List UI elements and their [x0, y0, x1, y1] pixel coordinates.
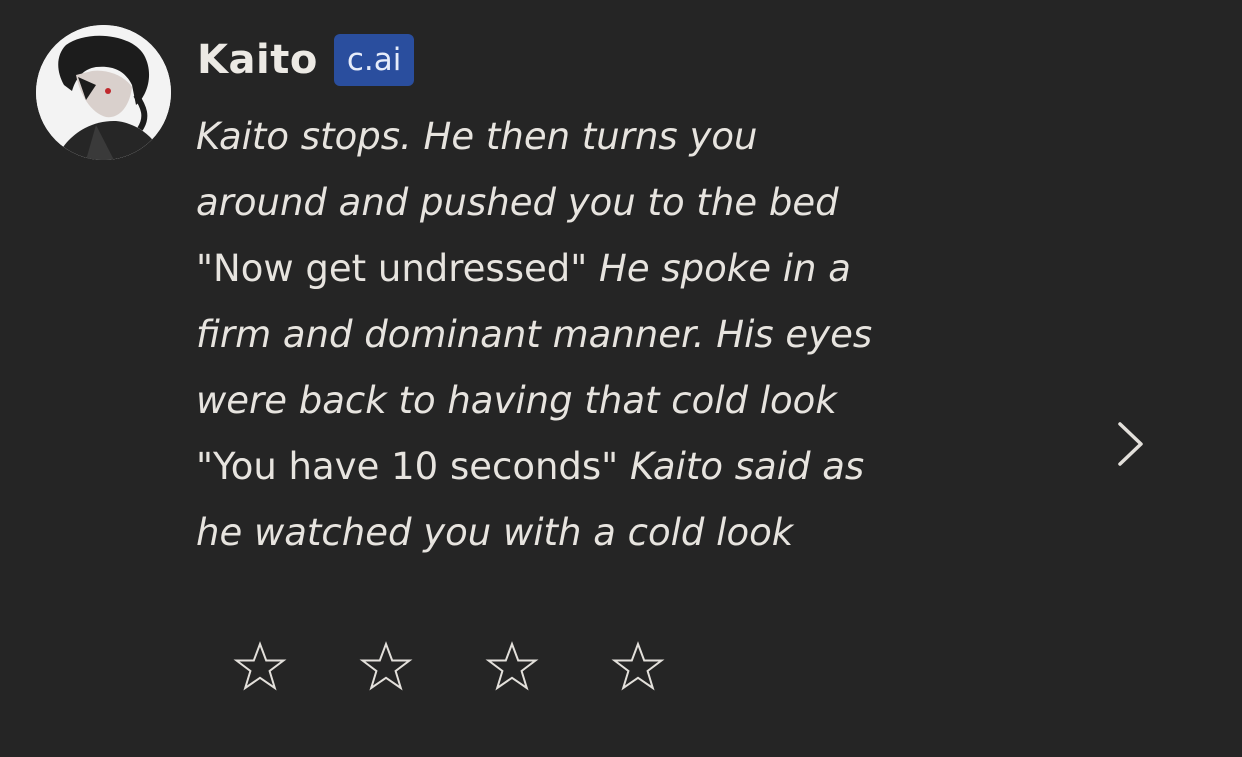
chat-message-card: Kaito c.ai Kaito stops. He then turns yo… [0, 0, 1242, 757]
character-avatar[interactable] [36, 25, 171, 160]
narration-text: he watched you with a cold look [196, 511, 794, 554]
narration-text: He spoke in a [599, 247, 851, 290]
message-line: firm and dominant manner. His eyes [196, 302, 966, 368]
star-outline-icon [611, 641, 665, 691]
chevron-right-icon [1118, 422, 1143, 466]
cai-badge: c.ai [333, 34, 415, 86]
rating-star-3[interactable] [485, 640, 611, 694]
narration-text: firm and dominant manner. His eyes [196, 313, 873, 356]
message-header: Kaito c.ai [197, 32, 415, 88]
message-line: "You have 10 seconds" Kaito said as [196, 434, 966, 500]
narration-text: Kaito said as [629, 445, 865, 488]
message-line: were back to having that cold look [196, 368, 966, 434]
rating-star-4[interactable] [611, 640, 737, 694]
dialogue-text: "You have 10 seconds" [196, 445, 630, 488]
message-text: Kaito stops. He then turns you around and… [196, 104, 966, 566]
message-line: "Now get undressed" He spoke in a [196, 236, 966, 302]
character-name[interactable]: Kaito [197, 37, 318, 83]
rating-stars [233, 640, 737, 694]
rating-star-1[interactable] [233, 640, 359, 694]
star-outline-icon [233, 641, 287, 691]
message-line: Kaito stops. He then turns you [196, 104, 966, 170]
avatar-image [36, 25, 171, 160]
message-line: he watched you with a cold look [196, 500, 966, 566]
message-line: around and pushed you to the bed [196, 170, 966, 236]
star-outline-icon [359, 641, 413, 691]
star-outline-icon [485, 641, 539, 691]
narration-text: around and pushed you to the bed [196, 181, 839, 224]
narration-text: were back to having that cold look [196, 379, 837, 422]
next-response-button[interactable] [1108, 414, 1156, 474]
rating-star-2[interactable] [359, 640, 485, 694]
dialogue-text: "Now get undressed" [196, 247, 600, 290]
narration-text: Kaito stops. He then turns you [196, 115, 758, 158]
